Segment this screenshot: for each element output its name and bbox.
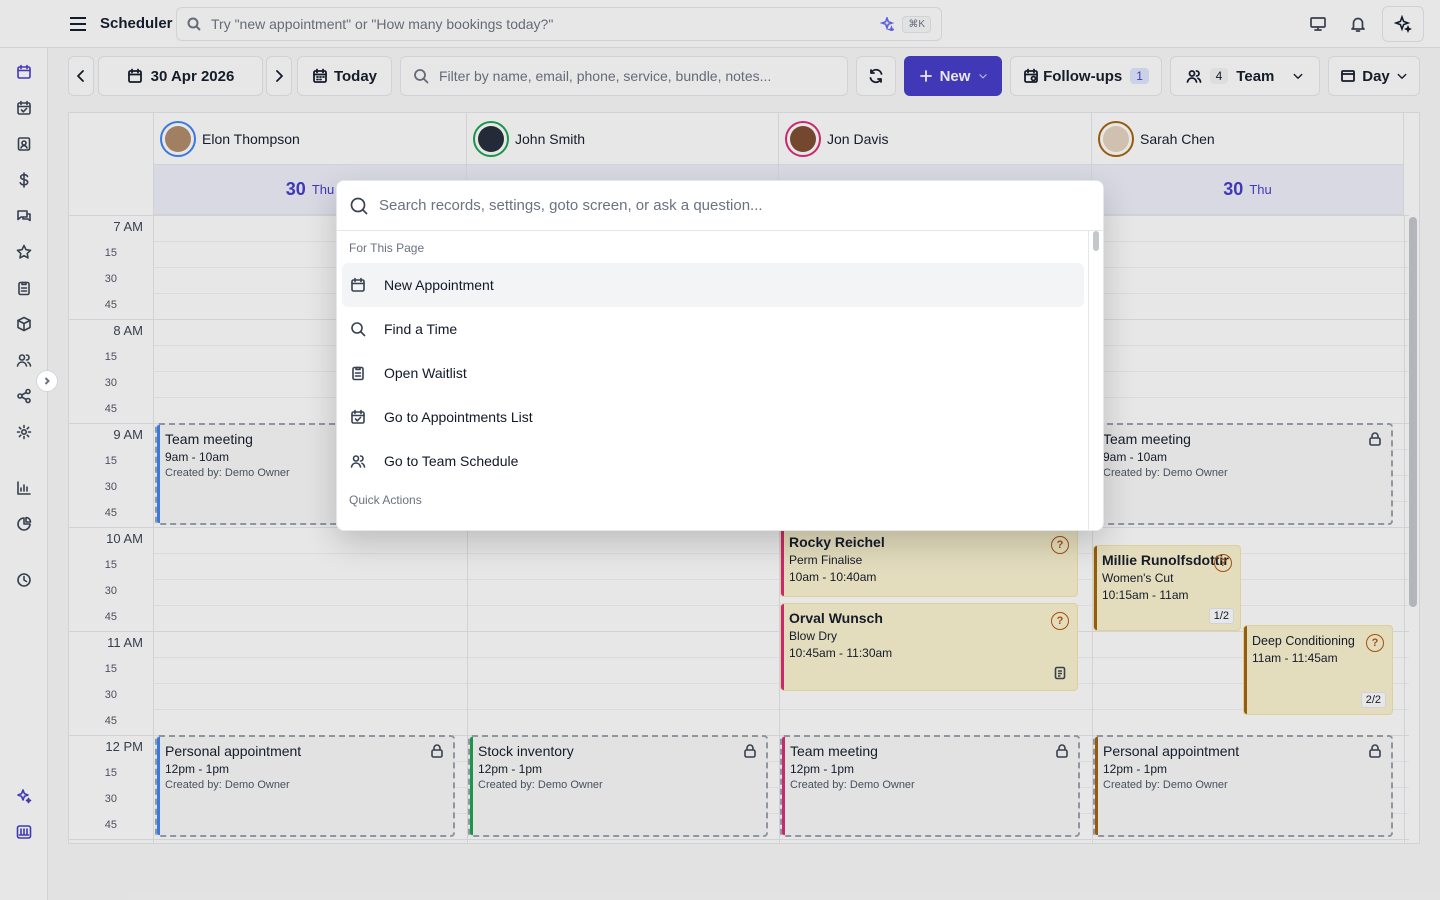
palette-section-header: For This Page (349, 241, 425, 255)
palette-item-label: Open Waitlist (384, 365, 467, 381)
palette-item-new-appointment[interactable]: New Appointment (342, 263, 1084, 307)
clipboard-icon (352, 366, 364, 381)
chevron-right-icon (44, 377, 50, 385)
search-icon (351, 322, 366, 337)
palette-section-header: Quick Actions (349, 493, 422, 507)
calendar-check-icon (351, 409, 365, 424)
search-icon (350, 197, 368, 215)
users-icon (350, 455, 366, 468)
sidebar-expand-button[interactable] (36, 370, 58, 392)
palette-scrollbar[interactable] (1093, 231, 1099, 251)
palette-item-team-schedule[interactable]: Go to Team Schedule (342, 439, 1084, 483)
palette-item-label: Go to Appointments List (384, 409, 533, 425)
palette-item-open-waitlist[interactable]: Open Waitlist (342, 351, 1084, 395)
palette-item-find-a-time[interactable]: Find a Time (342, 307, 1084, 351)
palette-item-appointments-list[interactable]: Go to Appointments List (342, 395, 1084, 439)
command-palette: For This Page New Appointment Find a Tim… (336, 180, 1104, 531)
palette-item-label: New Appointment (384, 277, 494, 293)
palette-scroll-track (1088, 231, 1089, 530)
palette-search-bar (337, 181, 1103, 231)
palette-item-label: Go to Team Schedule (384, 453, 519, 469)
palette-search-input[interactable] (379, 197, 1091, 214)
palette-item-label: Find a Time (384, 321, 458, 337)
calendar-icon (351, 277, 365, 292)
